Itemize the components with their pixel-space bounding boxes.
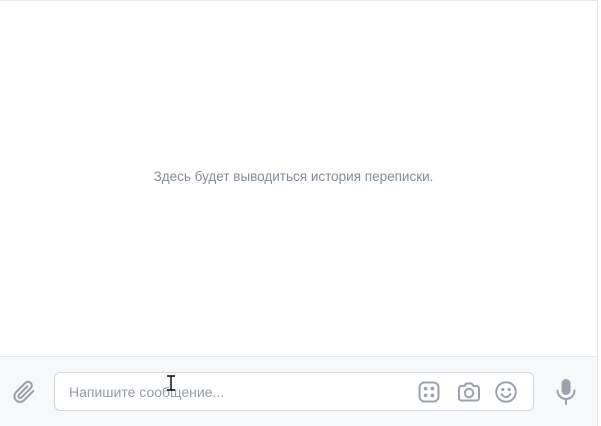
microphone-icon: [556, 379, 576, 405]
message-input-box: [54, 372, 534, 411]
paperclip-icon: [13, 380, 35, 403]
message-history: Здесь будет выводиться история переписки…: [0, 1, 597, 356]
message-input[interactable]: [69, 373, 399, 410]
right-divider: [597, 0, 598, 426]
emoji-button[interactable]: [493, 379, 519, 405]
sticker-icon: [418, 381, 440, 403]
stickers-button[interactable]: [416, 379, 442, 405]
chat-window: Здесь будет выводиться история переписки…: [0, 0, 601, 426]
voice-message-button[interactable]: [552, 376, 580, 408]
message-composer: [0, 356, 597, 426]
attach-button[interactable]: [10, 377, 38, 407]
text-cursor-icon: [167, 375, 175, 391]
empty-history-text: Здесь будет выводиться история переписки…: [153, 169, 434, 184]
camera-button[interactable]: [456, 379, 482, 405]
smiley-icon: [495, 381, 517, 403]
camera-icon: [458, 382, 480, 402]
